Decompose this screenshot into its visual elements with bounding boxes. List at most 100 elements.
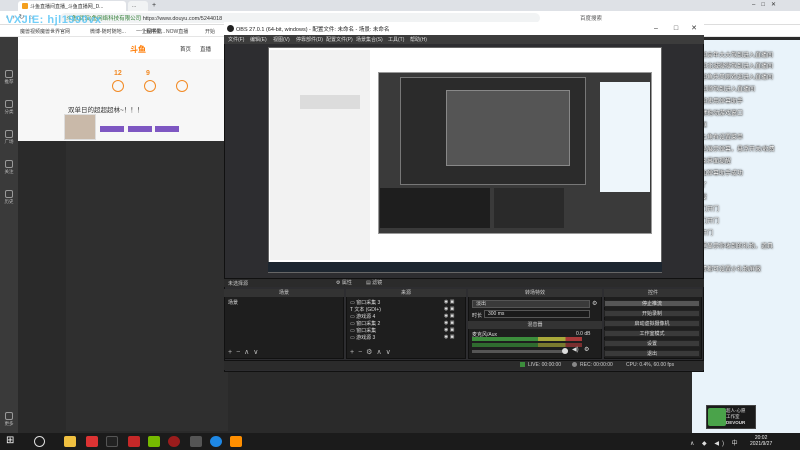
source-visibility-toggles[interactable]: ◉ ▣ ◉ ▣ ◉ ▣ ◉ ▣ ◉ ▣ ◉ ▣ xyxy=(444,299,454,341)
chat-message: 这里显示你收到的礼物，道具 xyxy=(695,244,774,250)
system-tray[interactable]: ∧ ◆ ◀) 中 xyxy=(690,438,741,447)
scene-dock-controls[interactable]: +−∧∨ xyxy=(228,348,262,356)
source-item[interactable]: ▭ 窗口采集 xyxy=(350,327,376,334)
rail-item-more[interactable]: 更多 xyxy=(1,410,17,432)
rail-item-category[interactable]: 分类 xyxy=(1,98,17,120)
preview-nested-dock xyxy=(380,188,490,228)
douyu-logo[interactable]: 斗鱼 xyxy=(130,44,146,55)
rail-item-history[interactable]: 历史 xyxy=(1,188,17,210)
app-icon[interactable] xyxy=(190,436,202,447)
windows-start-icon[interactable]: ⊞ xyxy=(6,436,14,446)
close-button[interactable]: ✕ xyxy=(688,24,700,33)
bookmark-item[interactable]: 魔兽世界官网 xyxy=(40,28,70,35)
file-explorer-icon[interactable] xyxy=(64,436,76,447)
bookmark-item[interactable]: NOW直播 xyxy=(166,28,188,35)
douyu-nav-home[interactable]: 首页 xyxy=(180,45,191,53)
app-icon[interactable] xyxy=(86,436,98,447)
transition-value: 淡出 xyxy=(476,301,487,307)
window-controls[interactable]: –□✕ xyxy=(752,1,782,8)
duration-input[interactable]: 300 ms xyxy=(484,310,590,318)
menu-scene-collection[interactable]: 场景集合(S) xyxy=(356,36,383,43)
volume-slider[interactable] xyxy=(472,350,568,353)
source-dock-controls[interactable]: +−⚙∧∨ xyxy=(350,348,395,356)
preview-taskbar xyxy=(268,262,662,272)
rail-item-square[interactable]: 广场 xyxy=(1,128,17,150)
menu-view[interactable]: 视图(V) xyxy=(273,36,290,43)
rail-label: 关注 xyxy=(4,169,14,174)
browser-tab[interactable]: ... xyxy=(128,1,148,11)
transition-select[interactable]: 淡出 xyxy=(472,300,590,308)
studio-mode-button[interactable]: 工作室模式 xyxy=(604,330,700,337)
no-source-label: 未选择源 xyxy=(228,281,249,287)
bookmark-item[interactable]: 微博-随时随地... xyxy=(90,28,126,35)
stat-icon[interactable] xyxy=(144,80,156,92)
settings-button[interactable]: 设置 xyxy=(604,340,700,347)
new-tab-button[interactable]: + xyxy=(152,2,156,9)
bookmark-item[interactable]: 上网导航 xyxy=(142,28,162,35)
virtual-camera-button[interactable]: 启动虚拟摄像机 xyxy=(604,320,700,327)
source-item[interactable]: ▭ 窗口采集 2 xyxy=(350,320,380,327)
tab-title: ... xyxy=(132,3,137,9)
sources-header: 来源 xyxy=(346,289,466,297)
rec-time: REC: 00:00:00 xyxy=(580,362,613,368)
browser-tab-active[interactable]: 斗鱼直播间直播_斗鱼直播网_D... xyxy=(18,1,126,11)
menu-tools[interactable]: 工具(T) xyxy=(388,36,404,43)
source-item[interactable]: T 文本 (GDI+) xyxy=(350,306,381,313)
source-label: 游戏源 3 xyxy=(356,335,376,341)
rail-item-follow[interactable]: 关注 xyxy=(1,158,17,180)
minimize-button[interactable]: – xyxy=(650,24,662,33)
search-icon[interactable] xyxy=(34,436,45,447)
app-icon[interactable] xyxy=(128,436,140,447)
rail-label: 更多 xyxy=(4,421,14,426)
controls-header: 控件 xyxy=(604,289,702,297)
chat-message: 欢迎鱼乐风雨欢迎进入直播间 xyxy=(695,75,774,81)
speaker-icon[interactable]: ◀) xyxy=(572,346,579,353)
exit-button[interactable]: 退出 xyxy=(604,350,700,357)
menu-file[interactable]: 文件(F) xyxy=(228,36,244,43)
stat-icon[interactable] xyxy=(112,80,124,92)
source-item[interactable]: ▭ 游戏源 4 xyxy=(350,313,375,320)
duration-label: 时长 xyxy=(472,313,483,319)
volume-slider-handle[interactable] xyxy=(562,348,568,354)
bookmark-item[interactable]: 魔兽视频 xyxy=(20,28,40,35)
scene-item[interactable]: 场景 xyxy=(228,299,238,306)
menu-help[interactable]: 帮助(H) xyxy=(410,36,427,43)
chat-message: 点赞都可设置小礼物屏蔽 xyxy=(695,267,762,273)
button-label: 滤镜 xyxy=(372,280,383,286)
browser-icon[interactable] xyxy=(210,436,222,447)
rail-label: 推荐 xyxy=(4,79,14,84)
app-icon[interactable] xyxy=(168,436,180,447)
menu-docks[interactable]: 停靠部件(D) xyxy=(296,36,323,43)
filters-button[interactable]: ▤ 滤镜 xyxy=(366,279,382,286)
obs-taskbar-icon[interactable] xyxy=(106,436,118,447)
taskbar-clock[interactable]: 20:02 2021/9/27 xyxy=(750,435,772,447)
streamer-avatar[interactable] xyxy=(64,114,96,140)
source-item[interactable]: ▭ 窗口采集 3 xyxy=(350,299,380,306)
gear-icon[interactable]: ⚙ xyxy=(592,300,597,307)
start-recording-button[interactable]: 开始录制 xyxy=(604,310,700,317)
live-indicator-icon xyxy=(520,362,525,367)
menu-edit[interactable]: 编辑(E) xyxy=(250,36,267,43)
properties-button[interactable]: ⚙ 属性 xyxy=(336,279,352,286)
tag-badge xyxy=(155,126,180,132)
nvidia-icon[interactable] xyxy=(148,436,160,447)
bookmark-item[interactable]: 开始 xyxy=(205,28,215,35)
obs-source-toolbar: 未选择源 xyxy=(224,278,704,287)
menu-profile[interactable]: 配置文件(P) xyxy=(326,36,353,43)
stop-streaming-button[interactable]: 停止推流 xyxy=(604,300,700,307)
preview-chat xyxy=(600,82,650,192)
gear-icon[interactable]: ⚙ xyxy=(584,346,589,353)
stat-icon[interactable] xyxy=(176,80,188,92)
maximize-button[interactable]: □ xyxy=(670,24,682,33)
rail-item-recommend[interactable]: 推荐 xyxy=(1,68,17,90)
room-title: 双单日的超超超林~！！！ xyxy=(68,107,144,114)
windows-taskbar xyxy=(0,433,800,450)
url-text: https://www.douyu.com/5244018 xyxy=(142,16,223,22)
app-icon[interactable] xyxy=(230,436,242,447)
audio-meter xyxy=(472,337,582,341)
preview-douyu-page xyxy=(270,50,370,260)
browser-search-box[interactable]: 百度搜索 xyxy=(580,14,602,22)
douyu-nav-live[interactable]: 直播 xyxy=(200,45,211,53)
source-item[interactable]: ▭ 游戏源 3 xyxy=(350,334,375,341)
duration-value: 300 ms xyxy=(488,311,505,317)
